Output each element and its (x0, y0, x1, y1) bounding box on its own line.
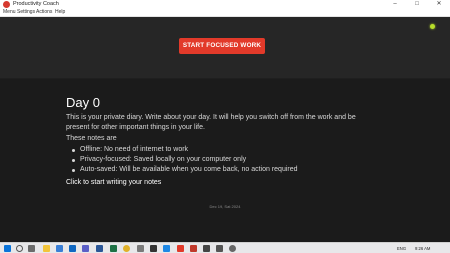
menu-item-menu[interactable]: Menu (3, 9, 16, 16)
list-item: Privacy-focused: Saved locally on your c… (72, 155, 298, 165)
language-indicator[interactable]: ENG (397, 243, 406, 253)
intro-text: This is your private diary. Write about … (66, 114, 356, 131)
close-button[interactable]: ✕ (428, 0, 450, 9)
teams-icon[interactable] (82, 245, 89, 252)
notes-list: Offline: No need of internet to work Pri… (72, 145, 298, 175)
taskbar: ENG 9:26 AM (0, 242, 450, 253)
chrome-icon[interactable] (123, 245, 130, 252)
settings-icon[interactable] (137, 245, 144, 252)
windows-icon[interactable] (4, 245, 11, 252)
start-writing-link[interactable]: Click to start writing your notes (66, 178, 161, 188)
file-explorer-icon[interactable] (43, 245, 50, 252)
app-icon[interactable] (216, 245, 223, 252)
menu-item-settings[interactable]: Settings (17, 9, 35, 16)
list-item: Offline: No need of internet to work (72, 145, 298, 155)
window-title: Productivity Coach (13, 1, 59, 7)
search-icon[interactable] (16, 245, 23, 252)
minimize-button[interactable]: – (384, 0, 406, 9)
excel-icon[interactable] (110, 245, 117, 252)
app-logo-icon (3, 1, 10, 8)
date-stamp: Dec 19, Sat 2024 (209, 204, 241, 209)
maximize-button[interactable]: □ (406, 0, 428, 9)
page-title: Day 0 (66, 95, 100, 110)
productivity-coach-icon[interactable] (177, 245, 184, 252)
clock[interactable]: 9:26 AM (415, 243, 430, 253)
terminal-icon[interactable] (150, 245, 157, 252)
vscode-icon[interactable] (163, 245, 170, 252)
outlook-icon[interactable] (69, 245, 76, 252)
start-focused-work-button[interactable]: START FOCUSED WORK (179, 38, 265, 54)
menu-item-help[interactable]: Help (55, 9, 65, 16)
app-icon[interactable] (203, 245, 210, 252)
menu-item-actions[interactable]: Actions (36, 9, 52, 16)
app-icon[interactable] (229, 245, 236, 252)
title-bar: Productivity Coach – □ ✕ (0, 0, 450, 9)
status-indicator-icon (430, 24, 435, 29)
list-item: Auto-saved: Will be available when you c… (72, 165, 298, 175)
task-view-icon[interactable] (28, 245, 35, 252)
store-icon[interactable] (56, 245, 63, 252)
app-icon[interactable] (190, 245, 197, 252)
word-icon[interactable] (96, 245, 103, 252)
notes-heading: These notes are (66, 135, 117, 142)
menu-bar: Menu Settings Actions Help (0, 9, 450, 17)
